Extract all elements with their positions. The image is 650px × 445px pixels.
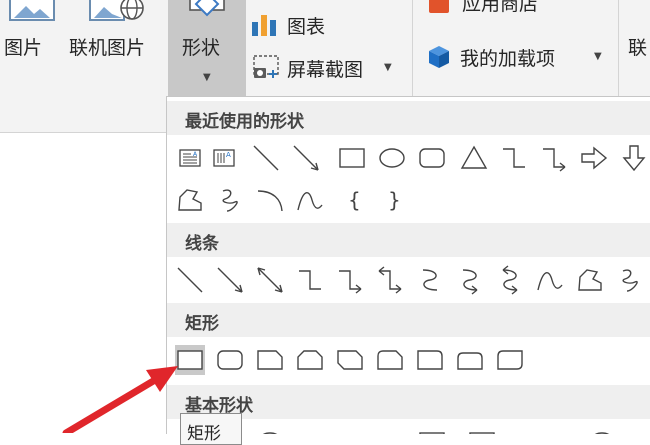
annotation-arrow-icon — [62, 366, 178, 433]
